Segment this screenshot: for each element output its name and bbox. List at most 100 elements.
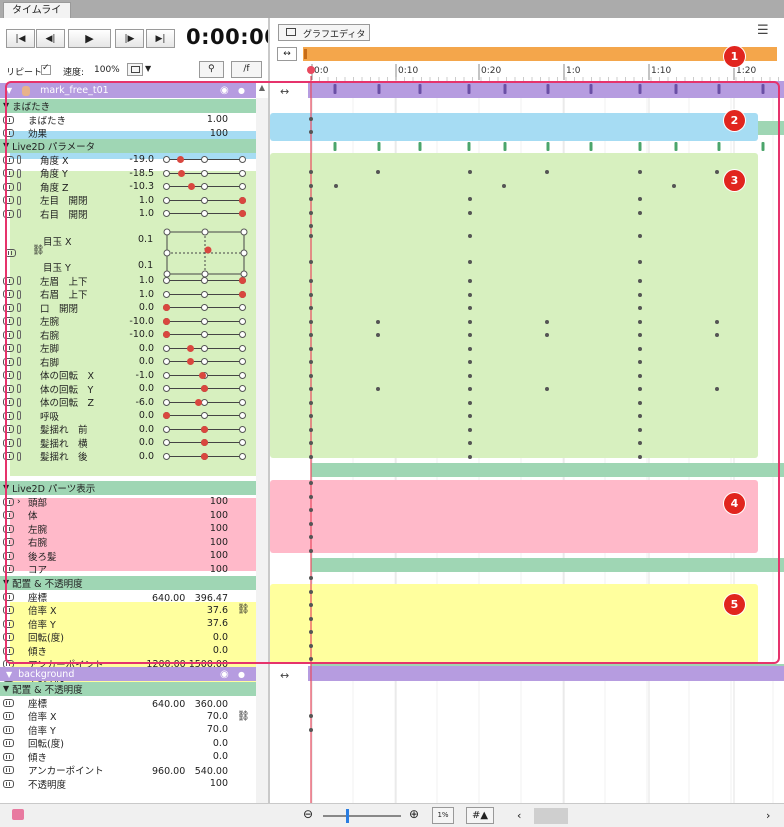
bg-transform-row[interactable]: 回転(度) 0.0 (0, 737, 268, 750)
param-value[interactable]: 0.0 (120, 451, 154, 462)
param-value[interactable]: 1.0 (120, 289, 154, 300)
keyframe-toggle-icon[interactable] (3, 538, 14, 547)
keyframe-toggle-icon[interactable] (3, 565, 14, 574)
keyframe-toggle-icon[interactable] (3, 646, 14, 655)
bg-transform-row[interactable]: アンカーポイント 960.00 540.00 (0, 763, 268, 777)
slider-knob[interactable] (163, 331, 170, 338)
section-parts[interactable]: ▼ Live2D パーツ表示 (0, 481, 268, 495)
lock-toggle-icon[interactable] (17, 303, 21, 313)
param-value[interactable]: 100 (180, 510, 228, 521)
param-value[interactable]: 1.00 (180, 114, 228, 125)
transform-row[interactable]: 倍率 X 37.6 (0, 604, 268, 617)
eyeball-xy-pad[interactable] (163, 227, 248, 279)
keyframe-toggle-icon[interactable] (3, 511, 14, 520)
slider-knob[interactable] (163, 412, 170, 419)
param-row[interactable]: 角度 Y -18.5 (0, 167, 268, 180)
param-slider[interactable] (163, 357, 246, 366)
part-row[interactable]: › 頭部 100 (0, 495, 268, 509)
keyframe-toggle-icon[interactable] (3, 524, 14, 533)
keyframe-toggle-icon[interactable] (3, 452, 14, 461)
eyeball-x-value[interactable]: 0.1 (138, 234, 153, 245)
keyframe-toggle-icon[interactable] (3, 752, 14, 761)
slider-knob[interactable] (239, 290, 246, 298)
param-slider[interactable] (163, 344, 246, 353)
next-frame-button[interactable]: |▶ (115, 29, 144, 48)
param-value[interactable]: 100 (180, 550, 228, 561)
param-value[interactable]: 100 (112, 778, 228, 789)
param-row[interactable]: 口 開閉 0.0 (0, 301, 268, 315)
keyframe-toggle-icon[interactable] (3, 551, 14, 560)
keyframe-toggle-icon[interactable] (3, 115, 14, 124)
bg-transform-row[interactable]: 倍率 X 70.0 (0, 710, 268, 723)
bg-transform-row[interactable]: 倍率 Y 70.0 (0, 723, 268, 737)
scale-link-icon[interactable]: ⛓ (237, 604, 250, 615)
blink-row[interactable]: まばたき 1.00 (0, 113, 268, 127)
slider-knob[interactable] (187, 358, 195, 365)
play-button[interactable]: ▶ (68, 29, 111, 48)
zoom-slider-thumb[interactable] (346, 809, 349, 823)
bg-transform-row[interactable]: 座標 640.00 360.00 (0, 696, 268, 710)
keyframe-toggle-icon[interactable] (3, 317, 14, 326)
param-value[interactable]: 37.6 (112, 618, 228, 629)
param-slider[interactable] (163, 155, 246, 164)
param-row[interactable]: 髪揺れ 横 0.0 (0, 436, 268, 450)
eye-icon[interactable]: ◉ (220, 669, 229, 680)
slider-knob[interactable] (201, 439, 208, 446)
keyframe-toggle-icon[interactable] (3, 739, 14, 748)
param-value[interactable]: 0.0 (120, 356, 154, 367)
graph-editor-button[interactable]: グラフエディタ (278, 24, 370, 41)
part-row[interactable]: 右腕 100 (0, 536, 268, 549)
keyframe-toggle-icon[interactable] (3, 633, 14, 642)
go-start-button[interactable]: |◀ (6, 29, 35, 48)
slider-knob[interactable] (239, 196, 246, 204)
range-start-handle[interactable] (304, 49, 307, 59)
param-value[interactable]: 0.0 (120, 424, 154, 435)
keyframe-toggle-icon[interactable] (3, 330, 14, 339)
keyframe-toggle-icon[interactable] (3, 411, 14, 420)
part-row[interactable]: 左腕 100 (0, 522, 268, 536)
param-row[interactable]: 左腕 -10.0 (0, 315, 268, 328)
grid-button[interactable]: #▲ (466, 807, 494, 824)
param-slider[interactable] (163, 209, 246, 218)
param-value[interactable]: -10.3 (120, 181, 154, 192)
param-value[interactable]: 0.0 (112, 645, 228, 656)
keyframe-toggle-icon[interactable] (3, 129, 14, 138)
lock-toggle-icon[interactable] (17, 343, 21, 353)
param-value[interactable]: 1.0 (120, 208, 154, 219)
keyframe-toggle-icon[interactable] (3, 497, 14, 506)
keyframe-toggle-icon[interactable] (3, 357, 14, 366)
param-slider[interactable] (163, 425, 246, 434)
go-end-button[interactable]: ▶| (146, 29, 175, 48)
keyframe-toggle-icon[interactable] (3, 371, 14, 380)
param-value[interactable]: 640.00 396.47 (112, 590, 228, 604)
param-row[interactable]: 体の回転 X -1.0 (0, 369, 268, 382)
eyeball-y-value[interactable]: 0.1 (138, 260, 153, 271)
slider-knob[interactable] (176, 156, 184, 163)
eye-icon[interactable]: ◉ (220, 85, 229, 96)
keyframe-toggle-icon[interactable] (3, 182, 14, 191)
dot-icon[interactable]: ● (238, 670, 245, 679)
param-value[interactable]: 100 (180, 564, 228, 575)
lock-toggle-icon[interactable] (17, 330, 21, 340)
keyframe-toggle-icon[interactable] (3, 155, 14, 164)
zoom-out-icon[interactable]: ⊖ (303, 807, 313, 821)
prev-frame-button[interactable]: ◀| (36, 29, 65, 48)
param-value[interactable]: 0.0 (112, 632, 228, 643)
param-value[interactable]: 37.6 (112, 605, 228, 616)
param-value[interactable]: -10.0 (120, 316, 154, 327)
param-value[interactable]: 100 (180, 496, 228, 507)
menu-icon[interactable]: ☰ (757, 23, 769, 38)
zoom-in-icon[interactable]: ⊕ (409, 807, 419, 821)
param-row[interactable]: 体の回転 Y 0.0 (0, 382, 268, 396)
fit-range-button[interactable]: ↔ (277, 47, 297, 61)
lock-toggle-icon[interactable] (17, 357, 21, 367)
keyframe-toggle-icon[interactable] (3, 196, 14, 205)
scroll-up-icon[interactable]: ▲ (256, 83, 268, 98)
pin-button[interactable]: ⚲ (199, 61, 224, 78)
keyframe-toggle-icon[interactable] (3, 344, 14, 353)
slider-knob[interactable] (239, 210, 246, 217)
param-value[interactable]: 0.0 (120, 302, 154, 313)
lock-toggle-icon[interactable] (17, 411, 21, 421)
param-value[interactable]: 960.00 540.00 (112, 763, 228, 777)
param-value[interactable]: 0.0 (120, 343, 154, 354)
